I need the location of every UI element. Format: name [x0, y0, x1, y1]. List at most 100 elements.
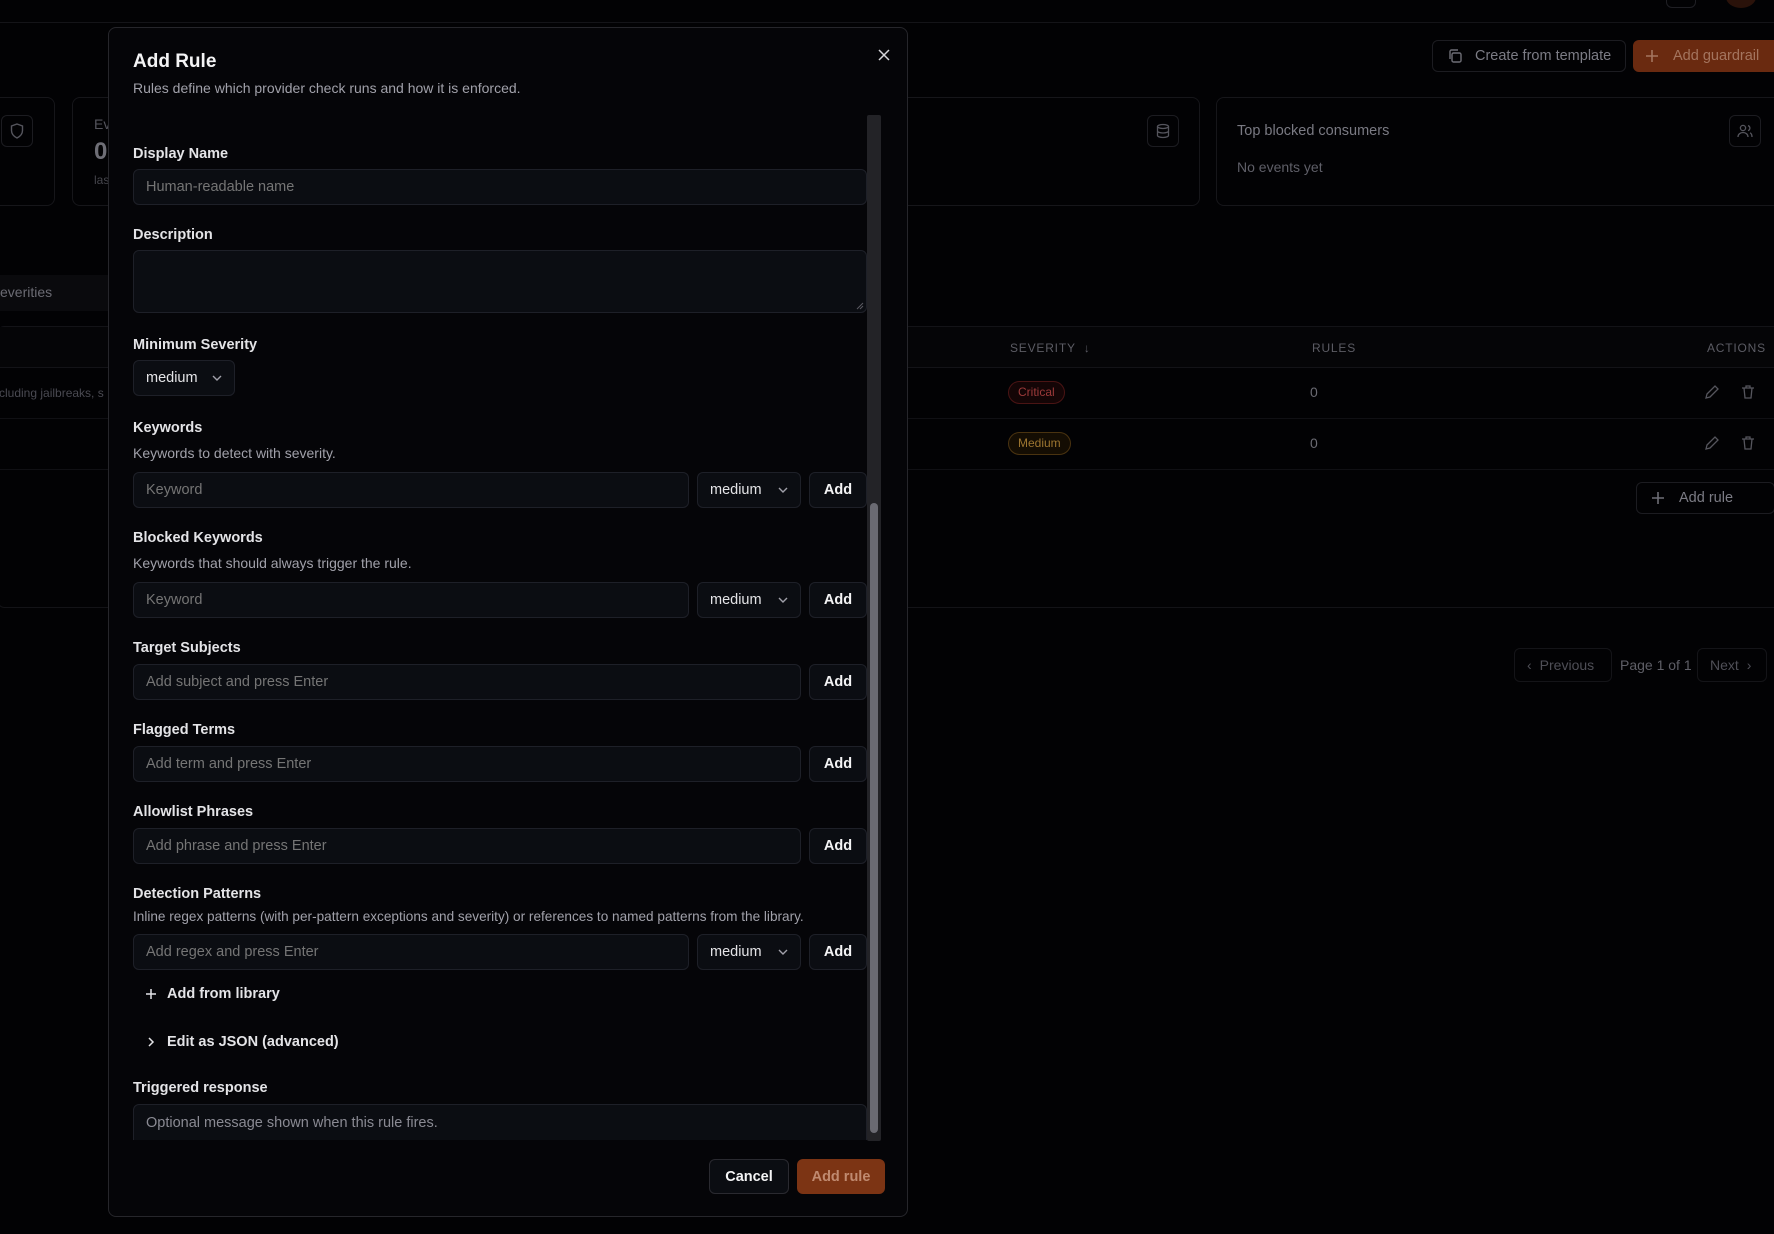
plus-icon	[146, 989, 156, 999]
add-guardrail-button[interactable]: Add guardrail	[1633, 40, 1774, 72]
allowlist-phrase-input[interactable]	[133, 828, 801, 864]
column-actions: ACTIONS	[1707, 341, 1766, 355]
topbar-icon-button[interactable]	[1666, 0, 1696, 8]
rules-count: 0	[1310, 384, 1318, 400]
min-severity-label: Minimum Severity	[133, 337, 258, 353]
blocked-keywords-label: Blocked Keywords	[133, 530, 263, 546]
blocked-keyword-input[interactable]	[133, 582, 689, 618]
plus-icon	[1646, 50, 1658, 62]
previous-page-button[interactable]: ‹ Previous	[1514, 648, 1612, 682]
stat-card-database	[900, 97, 1200, 206]
keywords-label: Keywords	[133, 420, 203, 436]
dialog-subtitle: Rules define which provider check runs a…	[133, 80, 521, 96]
shield-icon	[1, 115, 33, 147]
flagged-terms-label: Flagged Terms	[133, 722, 236, 738]
chevron-left-icon: ‹	[1527, 657, 1532, 673]
keyword-severity-select[interactable]: medium	[697, 472, 801, 508]
scrollbar-thumb[interactable]	[870, 503, 878, 1133]
top-blocked-consumers-card: Top blocked consumers No events yet	[1216, 97, 1774, 206]
detection-patterns-label: Detection Patterns	[133, 886, 262, 902]
database-icon	[1147, 115, 1179, 147]
trash-icon[interactable]	[1739, 434, 1757, 452]
cancel-button[interactable]: Cancel	[709, 1159, 789, 1194]
add-rule-submit-button[interactable]: Add rule	[797, 1159, 885, 1194]
dialog-title: Add Rule	[133, 51, 217, 72]
chevron-down-icon	[778, 487, 788, 493]
severity-filter[interactable]: everities	[0, 275, 122, 311]
edit-icon[interactable]	[1703, 383, 1721, 401]
column-severity[interactable]: SEVERITY ↓	[1010, 341, 1091, 355]
row-description: cluding jailbreaks, s	[0, 386, 104, 400]
edit-as-json-label: Edit as JSON (advanced)	[167, 1034, 339, 1050]
rules-count: 0	[1310, 435, 1318, 451]
keywords-hint: Keywords to detect with severity.	[133, 445, 336, 461]
create-from-template-label: Create from template	[1475, 48, 1612, 64]
allowlist-phrases-label: Allowlist Phrases	[133, 804, 254, 820]
chevron-right-icon	[148, 1037, 155, 1047]
severity-badge: Critical	[1008, 381, 1065, 404]
chevron-down-icon	[212, 375, 222, 381]
page-info: Page 1 of 1	[1620, 657, 1692, 673]
add-rule-button-bg[interactable]: Add rule	[1636, 482, 1774, 514]
next-page-button[interactable]: Next ›	[1697, 648, 1767, 682]
chevron-right-icon: ›	[1746, 657, 1752, 673]
create-from-template-button[interactable]: Create from template	[1432, 40, 1626, 72]
add-blocked-keyword-button[interactable]: Add	[809, 582, 867, 618]
regex-input[interactable]	[133, 934, 689, 970]
copy-icon	[1449, 49, 1462, 63]
target-subject-input[interactable]	[133, 664, 801, 700]
regex-severity-select[interactable]: medium	[697, 934, 801, 970]
flagged-term-input[interactable]	[133, 746, 801, 782]
regex-severity-value: medium	[710, 944, 762, 960]
top-blocked-title: Top blocked consumers	[1237, 123, 1390, 139]
sort-down-icon: ↓	[1083, 341, 1091, 355]
avatar[interactable]	[1726, 0, 1756, 8]
next-label: Next	[1710, 657, 1739, 673]
edit-as-json-toggle[interactable]: Edit as JSON (advanced)	[145, 1034, 339, 1050]
column-severity-label: SEVERITY	[1010, 341, 1076, 355]
blocked-keyword-severity-value: medium	[710, 592, 762, 608]
min-severity-select[interactable]: medium	[133, 360, 235, 396]
keyword-input[interactable]	[133, 472, 689, 508]
edit-icon[interactable]	[1703, 434, 1721, 452]
triggered-response-textarea[interactable]: Optional message shown when this rule fi…	[133, 1104, 867, 1140]
close-icon	[878, 49, 890, 61]
triggered-response-label: Triggered response	[133, 1080, 268, 1096]
previous-label: Previous	[1539, 657, 1595, 673]
blocked-keywords-hint: Keywords that should always trigger the …	[133, 555, 412, 571]
triggered-response-placeholder: Optional message shown when this rule fi…	[146, 1115, 438, 1131]
column-rules: RULES	[1312, 341, 1357, 355]
target-subjects-label: Target Subjects	[133, 640, 241, 656]
add-regex-button[interactable]: Add	[809, 934, 867, 970]
description-textarea[interactable]	[133, 250, 867, 313]
add-rule-dialog: Add Rule Rules define which provider che…	[108, 27, 908, 1217]
display-name-input[interactable]	[133, 169, 867, 205]
users-icon	[1729, 115, 1761, 147]
add-keyword-button[interactable]: Add	[809, 472, 867, 508]
chevron-down-icon	[778, 597, 788, 603]
stat-card-shield	[0, 97, 55, 206]
dialog-scroll-area[interactable]: Display Name Description Minimum Severit…	[109, 114, 891, 1140]
top-bar	[0, 0, 1774, 23]
add-guardrail-label: Add guardrail	[1673, 48, 1760, 64]
severity-filter-label: everities	[0, 284, 53, 300]
severity-badge: Medium	[1008, 432, 1071, 455]
close-button[interactable]	[873, 44, 895, 66]
blocked-keyword-severity-select[interactable]: medium	[697, 582, 801, 618]
add-flagged-term-button[interactable]: Add	[809, 746, 867, 782]
keyword-severity-value: medium	[710, 482, 762, 498]
description-label: Description	[133, 227, 213, 243]
stat-value: 0	[94, 138, 108, 165]
add-from-library-button[interactable]: Add from library	[145, 986, 280, 1002]
add-from-library-label: Add from library	[167, 986, 280, 1002]
display-name-label: Display Name	[133, 146, 229, 162]
add-rule-bg-label: Add rule	[1679, 490, 1734, 506]
add-target-subject-button[interactable]: Add	[809, 664, 867, 700]
trash-icon[interactable]	[1739, 383, 1757, 401]
resize-handle-icon[interactable]	[856, 302, 864, 310]
min-severity-value: medium	[146, 370, 198, 386]
add-allowlist-phrase-button[interactable]: Add	[809, 828, 867, 864]
scrollbar[interactable]	[867, 115, 881, 1141]
plus-icon	[1652, 492, 1664, 504]
chevron-down-icon	[778, 949, 788, 955]
